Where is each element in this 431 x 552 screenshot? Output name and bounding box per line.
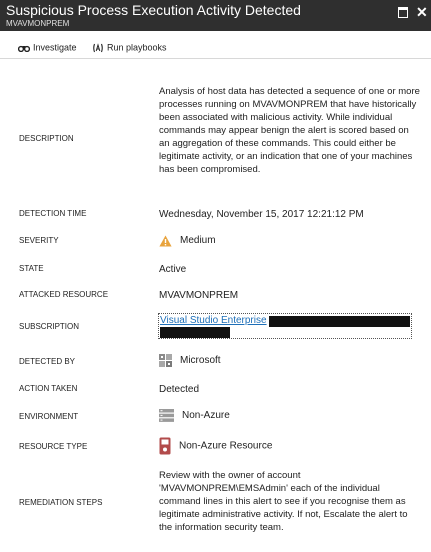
maximize-button[interactable] [397, 6, 409, 18]
environment-value: Non-Azure [159, 409, 230, 422]
resource-type-label: RESOURCE TYPE [19, 442, 88, 451]
server-icon [159, 409, 174, 422]
description-value: Analysis of host data has detected a seq… [159, 86, 420, 175]
remediation-steps-label: REMEDIATION STEPS [19, 498, 103, 507]
detection-time-value: Wednesday, November 15, 2017 12:21:12 PM [159, 209, 364, 220]
investigate-label: Investigate [33, 42, 77, 53]
environment-label: ENVIRONMENT [19, 412, 79, 421]
detection-time-label: DETECTION TIME [19, 209, 87, 218]
close-button[interactable]: ✕ [416, 4, 428, 20]
remediation-steps-value: Review with the owner of account 'MVAVMO… [159, 470, 408, 533]
severity-label: SEVERITY [19, 236, 59, 245]
blade-header: Suspicious Process Execution Activity De… [0, 0, 431, 31]
investigate-button[interactable]: Investigate [18, 41, 77, 53]
command-bar: Investigate Run playbooks [0, 31, 431, 59]
run-playbooks-button[interactable]: Run playbooks [92, 41, 167, 53]
detected-by-text: Microsoft [180, 355, 221, 366]
run-playbooks-label: Run playbooks [107, 42, 167, 53]
action-taken-label: ACTION TAKEN [19, 384, 78, 393]
maximize-icon [398, 7, 408, 18]
subscription-value: Visual Studio Enterprise [158, 313, 412, 339]
action-taken-value: Detected [159, 384, 200, 395]
severity-text: Medium [180, 235, 216, 246]
detected-by-label: DETECTED BY [19, 357, 76, 366]
microsoft-logo-icon [159, 354, 172, 367]
alert-title: Suspicious Process Execution Activity De… [6, 2, 301, 18]
subscription-label: SUBSCRIPTION [19, 322, 80, 331]
toolbar-divider [0, 58, 431, 59]
close-icon: ✕ [416, 4, 428, 20]
state-value: Active [159, 264, 187, 275]
attacked-resource-label: ATTACKED RESOURCE [19, 290, 109, 299]
alert-subtitle: MVAVMONPREM [6, 19, 70, 28]
detected-by-value: Microsoft [159, 354, 221, 367]
redaction-bar [160, 327, 230, 338]
resource-type-value: Non-Azure Resource [159, 437, 272, 455]
redaction-bar [269, 316, 410, 327]
subscription-link[interactable]: Visual Studio Enterprise [160, 315, 267, 327]
resource-type-text: Non-Azure Resource [179, 440, 273, 452]
state-label: STATE [19, 264, 44, 273]
resource-icon [159, 437, 171, 455]
warning-icon [159, 235, 172, 246]
attacked-resource-value: MVAVMONPREM [159, 290, 239, 301]
description-label: DESCRIPTION [19, 134, 74, 143]
environment-text: Non-Azure [182, 410, 230, 421]
binoculars-icon [18, 45, 30, 52]
playbook-icon [93, 42, 103, 52]
severity-value: Medium [159, 234, 216, 247]
